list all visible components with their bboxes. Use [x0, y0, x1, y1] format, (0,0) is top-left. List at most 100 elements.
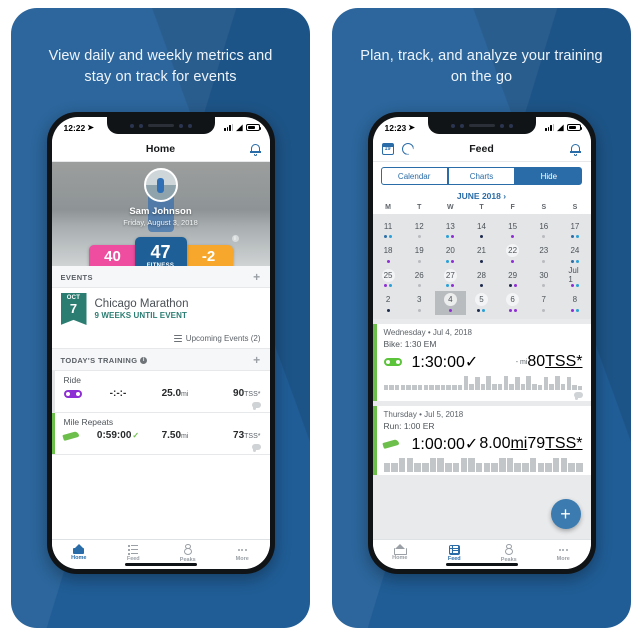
calendar-day-dots — [479, 259, 483, 263]
calendar-day-cell[interactable]: 17 — [559, 217, 590, 242]
tab-home[interactable]: Home — [373, 544, 428, 561]
calendar-day-number: 29 — [508, 270, 518, 280]
calendar-day-dots — [542, 308, 546, 312]
tab-more[interactable]: More — [215, 545, 270, 562]
activity-bar — [552, 458, 560, 472]
calendar-day-cell[interactable]: 23 — [528, 242, 559, 267]
activity-bar — [499, 458, 506, 472]
view-toggle-tabs: Calendar Charts Hide — [372, 162, 591, 190]
workout-tss: 90TSS* — [204, 388, 260, 399]
add-event-button[interactable]: + — [253, 271, 260, 283]
feed-card-1[interactable]: Thursday • Jul 5, 2018 Run: 1:00 ER 1:00… — [372, 406, 591, 475]
calendar-day-cell[interactable]: 15 — [497, 217, 528, 242]
calendar-day-cell[interactable]: 26 — [404, 266, 435, 291]
calendar-day-number: 7 — [541, 295, 546, 304]
calendar-day-cell[interactable]: 28 — [466, 266, 497, 291]
tab-hide[interactable]: Hide — [515, 167, 583, 185]
activity-bar — [480, 383, 486, 390]
avatar[interactable] — [143, 168, 178, 202]
tab-peaks[interactable]: Peaks — [482, 543, 537, 563]
feed-card-title: Bike: 1:30 EM — [383, 339, 437, 349]
activity-bar — [491, 463, 498, 472]
activity-dot-icon — [508, 284, 512, 287]
activity-bar — [475, 463, 483, 472]
feed-distance: - mi — [516, 359, 528, 366]
calendar-day-cell[interactable]: 13 — [435, 217, 466, 242]
training-info-icon[interactable]: i — [140, 356, 148, 364]
workout-row-mile-repeats[interactable]: Mile Repeats 0:59:00✓ 7.50mi 73TSS* — [51, 413, 270, 455]
workout-comments-button[interactable] — [64, 444, 261, 452]
calendar-day-cell[interactable]: 7 — [528, 291, 559, 316]
feed-distance: 8.00mi — [479, 435, 527, 453]
activity-bar — [412, 384, 417, 390]
calendar-day-cell[interactable]: 4 — [434, 290, 466, 315]
metric-fitness[interactable]: 47 FITNESS — [134, 237, 187, 266]
training-header-text: TODAY'S TRAINING — [60, 355, 138, 365]
tab-feed[interactable]: Feed — [106, 544, 161, 562]
activity-bar — [549, 383, 554, 390]
metric-fatigue[interactable]: 40 FATIGUE — [88, 245, 137, 266]
calendar-icon[interactable]: 19 — [381, 142, 394, 155]
app-bar-left: 19 — [381, 142, 434, 155]
page-title: Feed — [469, 142, 494, 155]
calendar-day-cell[interactable]: 22 — [497, 242, 528, 267]
calendar-day-cell[interactable]: 24 — [559, 242, 590, 267]
calendar-day-cell[interactable]: 14 — [466, 217, 497, 242]
calendar-day-cell[interactable]: 8 — [559, 291, 590, 316]
calendar-day-cell[interactable]: 6 — [497, 291, 528, 316]
calendar-day-cell[interactable]: 21 — [466, 242, 497, 267]
calendar-day-cell[interactable]: 5 — [466, 291, 497, 316]
tab-peaks[interactable]: Peaks — [161, 543, 216, 563]
calendar-day-cell[interactable]: 16 — [528, 217, 559, 242]
calendar-day-cell[interactable]: 3 — [404, 291, 435, 316]
calendar-day-cell[interactable]: 30 — [528, 266, 559, 291]
workout-metrics: 0:59:00✓ 7.50mi 73TSS* — [61, 430, 261, 441]
promo-panel-feed: Plan, track, and analyze your training o… — [332, 8, 631, 628]
activity-bar — [537, 463, 545, 472]
activity-bar — [529, 458, 537, 472]
calendar-month-label[interactable]: JUNE 2018 › — [372, 190, 591, 204]
feed-comments-button[interactable] — [384, 392, 583, 400]
feed-tss-value: 80 — [527, 353, 546, 370]
calendar-day-cell[interactable]: 19 — [404, 242, 435, 267]
status-time: 12:22 — [63, 122, 86, 133]
calendar-day-dots — [446, 235, 455, 239]
workout-comments-button[interactable] — [64, 402, 261, 410]
add-activity-fab[interactable]: + — [550, 499, 581, 529]
calendar-day-cell[interactable]: 20 — [435, 242, 466, 267]
workout-row-ride[interactable]: Ride -:-:- 25.0mi 90TSS* — [51, 371, 270, 413]
calendar-day-cell[interactable]: Jul 1 — [559, 266, 590, 291]
calendar-day-cell[interactable]: 11 — [373, 217, 404, 242]
calendar-day-cell[interactable]: 12 — [404, 217, 435, 242]
activity-bar — [417, 384, 423, 390]
calendar-day-cell[interactable]: 2 — [373, 291, 404, 316]
feed-card-0[interactable]: Wednesday • Jul 4, 2018 Bike: 1:30 EM 1:… — [372, 324, 591, 401]
notifications-button[interactable] — [209, 143, 261, 156]
tab-feed-label: Feed — [126, 555, 140, 562]
tab-calendar[interactable]: Calendar — [380, 167, 448, 185]
refresh-icon[interactable] — [401, 142, 414, 155]
page-title: Home — [145, 142, 176, 155]
calendar-day-dots — [570, 235, 579, 239]
activity-bar — [383, 384, 389, 390]
notifications-button[interactable] — [529, 143, 582, 156]
activity-dot-icon — [448, 308, 452, 312]
tab-home[interactable]: Home — [52, 544, 107, 561]
bell-icon — [249, 143, 261, 156]
tab-more[interactable]: More — [536, 545, 591, 562]
event-item-chicago-marathon[interactable]: OCT 7 Chicago Marathon 9 WEEKS UNTIL EVE… — [51, 288, 270, 330]
tab-charts[interactable]: Charts — [447, 167, 516, 185]
upcoming-events-button[interactable]: Upcoming Events (2) — [51, 330, 270, 349]
activity-bar — [492, 383, 497, 390]
tab-feed[interactable]: Feed — [427, 544, 482, 562]
calendar-day-cell[interactable]: 27 — [435, 266, 466, 291]
activity-dot-icon — [575, 308, 579, 312]
metric-form[interactable]: -2 FORM — [184, 245, 233, 266]
activity-dot-icon — [511, 235, 515, 238]
calendar-day-cell[interactable]: 29 — [497, 266, 528, 291]
activity-dot-icon — [570, 259, 574, 263]
tab-home-label: Home — [71, 555, 87, 561]
add-workout-button[interactable]: + — [253, 354, 260, 366]
calendar-day-cell[interactable]: 18 — [373, 242, 404, 267]
calendar-day-cell[interactable]: 25 — [373, 266, 404, 291]
